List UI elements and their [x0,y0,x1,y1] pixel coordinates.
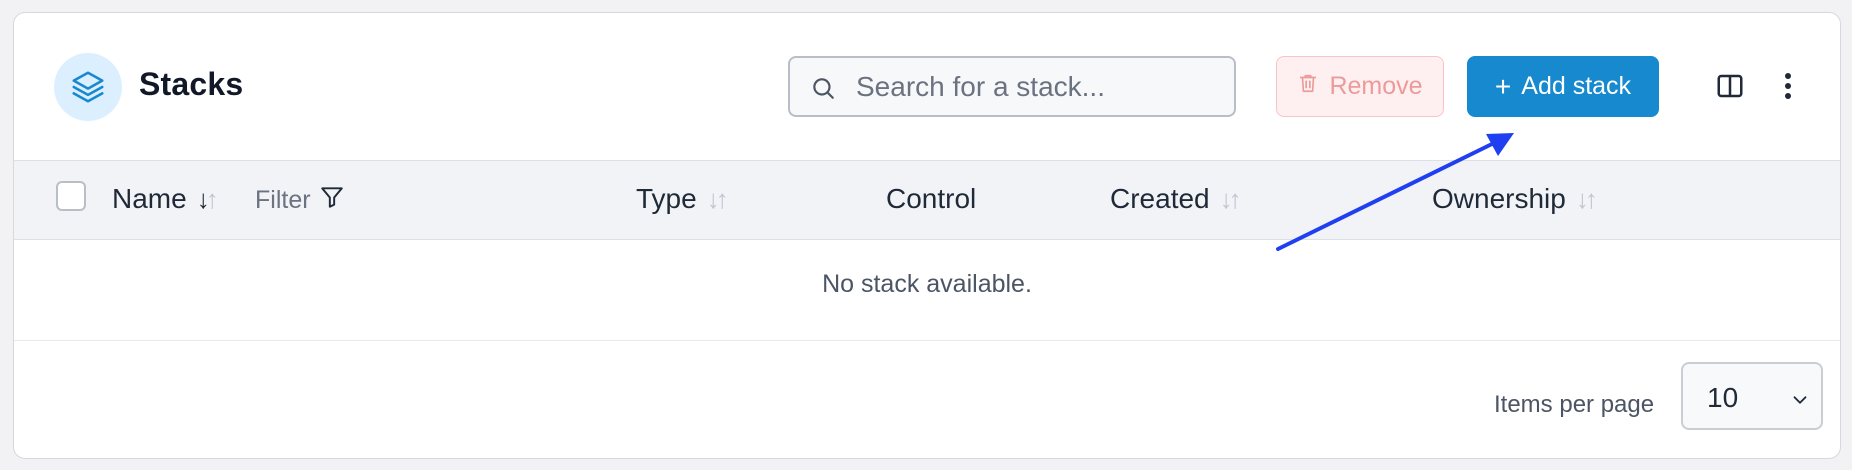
remove-button-label: Remove [1329,72,1423,100]
layers-icon [54,53,122,121]
filter-label: Filter [255,186,311,214]
column-header-type[interactable]: Type ↓ ↑ [636,183,729,215]
sort-icon[interactable]: ↓ ↑ [1220,184,1242,215]
add-stack-button[interactable]: + Add stack [1467,56,1659,117]
empty-state-row: No stack available. [14,240,1840,341]
search-icon [810,75,836,106]
items-per-page-value: 10 [1707,382,1739,413]
table-header: Name ↓↑ Filter Type ↓↑ Control Created [14,161,1840,240]
items-per-page-label: Items per page [1494,391,1655,418]
select-all-checkbox[interactable] [56,181,86,211]
sort-icon[interactable]: ↓ ↑ [1576,184,1598,215]
more-options-button[interactable] [1772,71,1804,103]
items-per-page-select[interactable]: 10 [1681,362,1823,430]
filter-icon [319,184,345,217]
search-box[interactable] [788,56,1236,117]
column-header-created[interactable]: Created ↓ ↑ [1110,183,1242,215]
sort-icon[interactable]: ↓ ↑ [707,184,729,215]
trash-icon [1297,71,1319,102]
column-settings-button[interactable] [1714,71,1746,103]
search-input[interactable] [856,58,1226,115]
add-stack-label: Add stack [1521,72,1632,100]
empty-message: No stack available. [822,269,1032,298]
name-filter-button[interactable]: Filter [255,184,345,217]
column-header-ownership[interactable]: Ownership ↓ ↑ [1432,183,1598,215]
column-header-name[interactable]: Name ↓ ↑ [112,183,219,215]
plus-icon: + [1494,70,1512,102]
stacks-panel: Stacks Remove [13,12,1841,459]
columns-icon [1715,71,1745,104]
more-vertical-icon [1783,71,1793,104]
panel-header: Stacks Remove [14,13,1840,161]
column-header-control: Control [886,183,977,214]
remove-button[interactable]: Remove [1276,56,1444,117]
sort-desc-icon[interactable]: ↓ ↑ [197,184,219,215]
chevron-down-icon [1789,386,1811,418]
page-title: Stacks [139,66,244,102]
